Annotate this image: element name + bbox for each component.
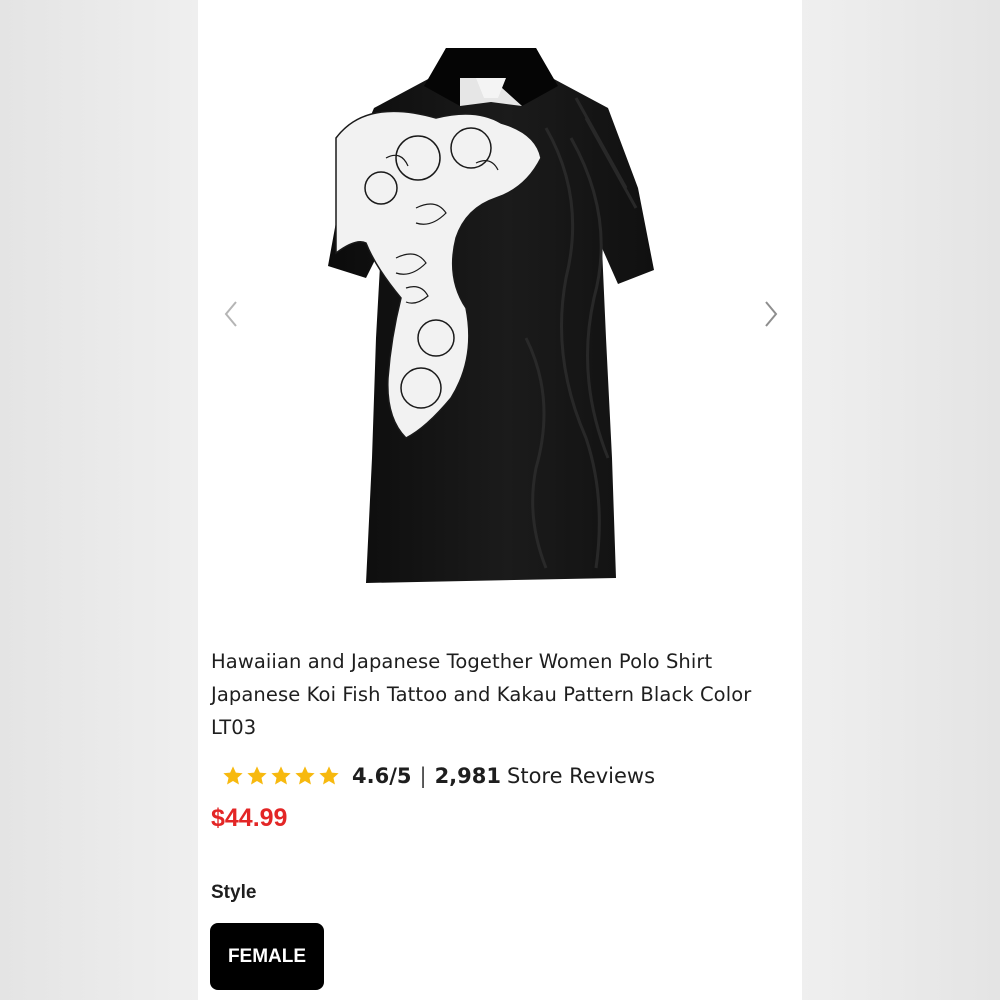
review-label: Store Reviews <box>507 764 656 788</box>
gallery-next-button[interactable] <box>756 296 786 332</box>
chevron-left-icon <box>224 301 237 327</box>
rating-separator: | <box>419 764 427 788</box>
star-icon <box>247 766 267 785</box>
review-count: 2,981 <box>434 764 501 788</box>
rating-summary[interactable]: 4.6/5 | 2,981 Store Reviews <box>222 758 655 794</box>
star-rating <box>222 765 340 787</box>
background-left <box>0 0 198 1000</box>
star-icon <box>295 766 315 785</box>
product-image[interactable] <box>326 38 656 590</box>
style-option-female[interactable]: FEMALE <box>210 923 324 990</box>
gallery-prev-button[interactable] <box>216 296 246 332</box>
rating-value: 4.6/5 <box>352 764 412 788</box>
chevron-right-icon <box>765 301 778 327</box>
product-panel: Hawaiian and Japanese Together Women Pol… <box>198 0 802 1000</box>
product-price: $44.99 <box>211 804 288 832</box>
product-title: Hawaiian and Japanese Together Women Pol… <box>211 650 752 739</box>
style-label: Style <box>211 882 257 903</box>
star-icon <box>271 766 291 785</box>
star-icon <box>319 766 339 785</box>
product-gallery <box>198 0 802 630</box>
star-icon <box>223 766 243 785</box>
background-right <box>802 0 1000 1000</box>
